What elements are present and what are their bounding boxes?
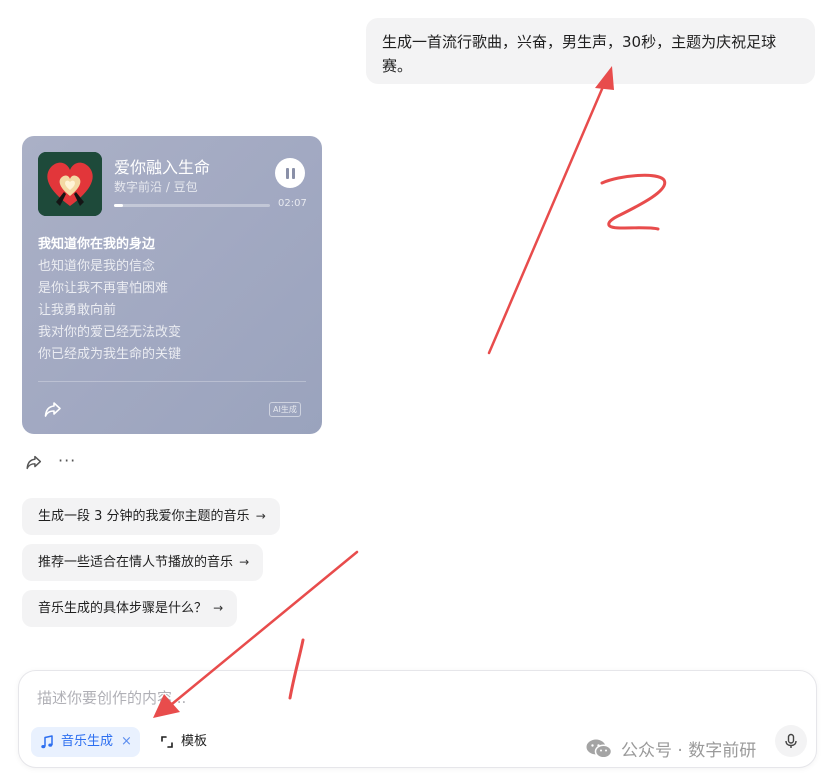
song-artist: 数字前沿 / 豆包 xyxy=(114,180,198,194)
song-title: 爱你融入生命 xyxy=(114,158,211,177)
music-card[interactable]: 爱你融入生命 数字前沿 / 豆包 02:07 我知道你在我的身边 也知道你是我的… xyxy=(22,136,322,434)
wechat-icon xyxy=(586,739,613,759)
music-generation-chip[interactable]: 音乐生成 × xyxy=(31,727,140,757)
duration-label: 02:07 xyxy=(278,198,307,209)
template-icon xyxy=(161,736,173,748)
template-button[interactable]: 模板 xyxy=(159,727,207,757)
user-message-bubble: 生成一首流行歌曲，兴奋，男生声，30秒，主题为庆祝足球赛。 xyxy=(366,18,815,84)
pause-button[interactable] xyxy=(275,158,305,188)
arrow-right-icon: → xyxy=(239,555,250,569)
chip-label: 音乐生成 xyxy=(61,734,114,749)
lyric-line: 是你让我不再害怕困难 xyxy=(38,281,169,296)
suggestion-label: 推荐一些适合在情人节播放的音乐 xyxy=(38,555,234,570)
mic-icon xyxy=(785,733,797,748)
suggestion-chip[interactable]: 音乐生成的具体步骤是什么？ → xyxy=(22,590,238,627)
close-icon[interactable]: × xyxy=(121,727,132,757)
template-label: 模板 xyxy=(181,734,208,749)
card-divider xyxy=(38,381,306,382)
ai-generated-badge: AI生成 xyxy=(269,402,301,417)
lyric-line: 我对你的爱已经无法改变 xyxy=(38,325,182,340)
suggestion-label: 生成一段 3 分钟的我爱你主题的音乐 xyxy=(38,509,250,524)
lyric-line: 我知道你在我的身边 xyxy=(38,237,156,252)
watermark: 公众号 · 数字前研 xyxy=(585,736,756,761)
share-icon[interactable] xyxy=(42,398,64,420)
pause-icon xyxy=(285,167,289,179)
lyrics-list: 我知道你在我的身边 也知道你是我的信念 是你让我不再害怕困难 让我勇敢向前 我对… xyxy=(38,234,181,366)
lyric-line: 你已经成为我生命的关键 xyxy=(38,347,182,362)
prompt-input[interactable] xyxy=(37,685,737,711)
music-note-icon xyxy=(41,735,53,749)
annotation-arrow xyxy=(487,80,607,355)
album-cover xyxy=(38,152,102,216)
more-options-button[interactable]: ··· xyxy=(58,451,76,470)
share-icon[interactable] xyxy=(24,452,44,472)
progress-bar[interactable] xyxy=(114,204,270,207)
arrow-right-icon: → xyxy=(213,601,224,615)
progress-fill xyxy=(114,204,124,207)
suggestion-chip[interactable]: 生成一段 3 分钟的我爱你主题的音乐 → xyxy=(22,498,280,535)
suggestion-label: 音乐生成的具体步骤是什么？ xyxy=(38,601,208,616)
user-message-text: 生成一首流行歌曲，兴奋，男生声，30秒，主题为庆祝足球赛。 xyxy=(382,33,777,75)
mic-button[interactable] xyxy=(775,725,807,757)
lyric-line: 也知道你是我的信念 xyxy=(38,259,156,274)
suggestion-chip[interactable]: 推荐一些适合在情人节播放的音乐 → xyxy=(22,544,264,581)
watermark-text: 公众号 · 数字前研 xyxy=(621,741,757,761)
annotation-number-2 xyxy=(600,173,667,231)
lyric-line: 让我勇敢向前 xyxy=(38,303,117,318)
arrow-right-icon: → xyxy=(255,509,266,523)
